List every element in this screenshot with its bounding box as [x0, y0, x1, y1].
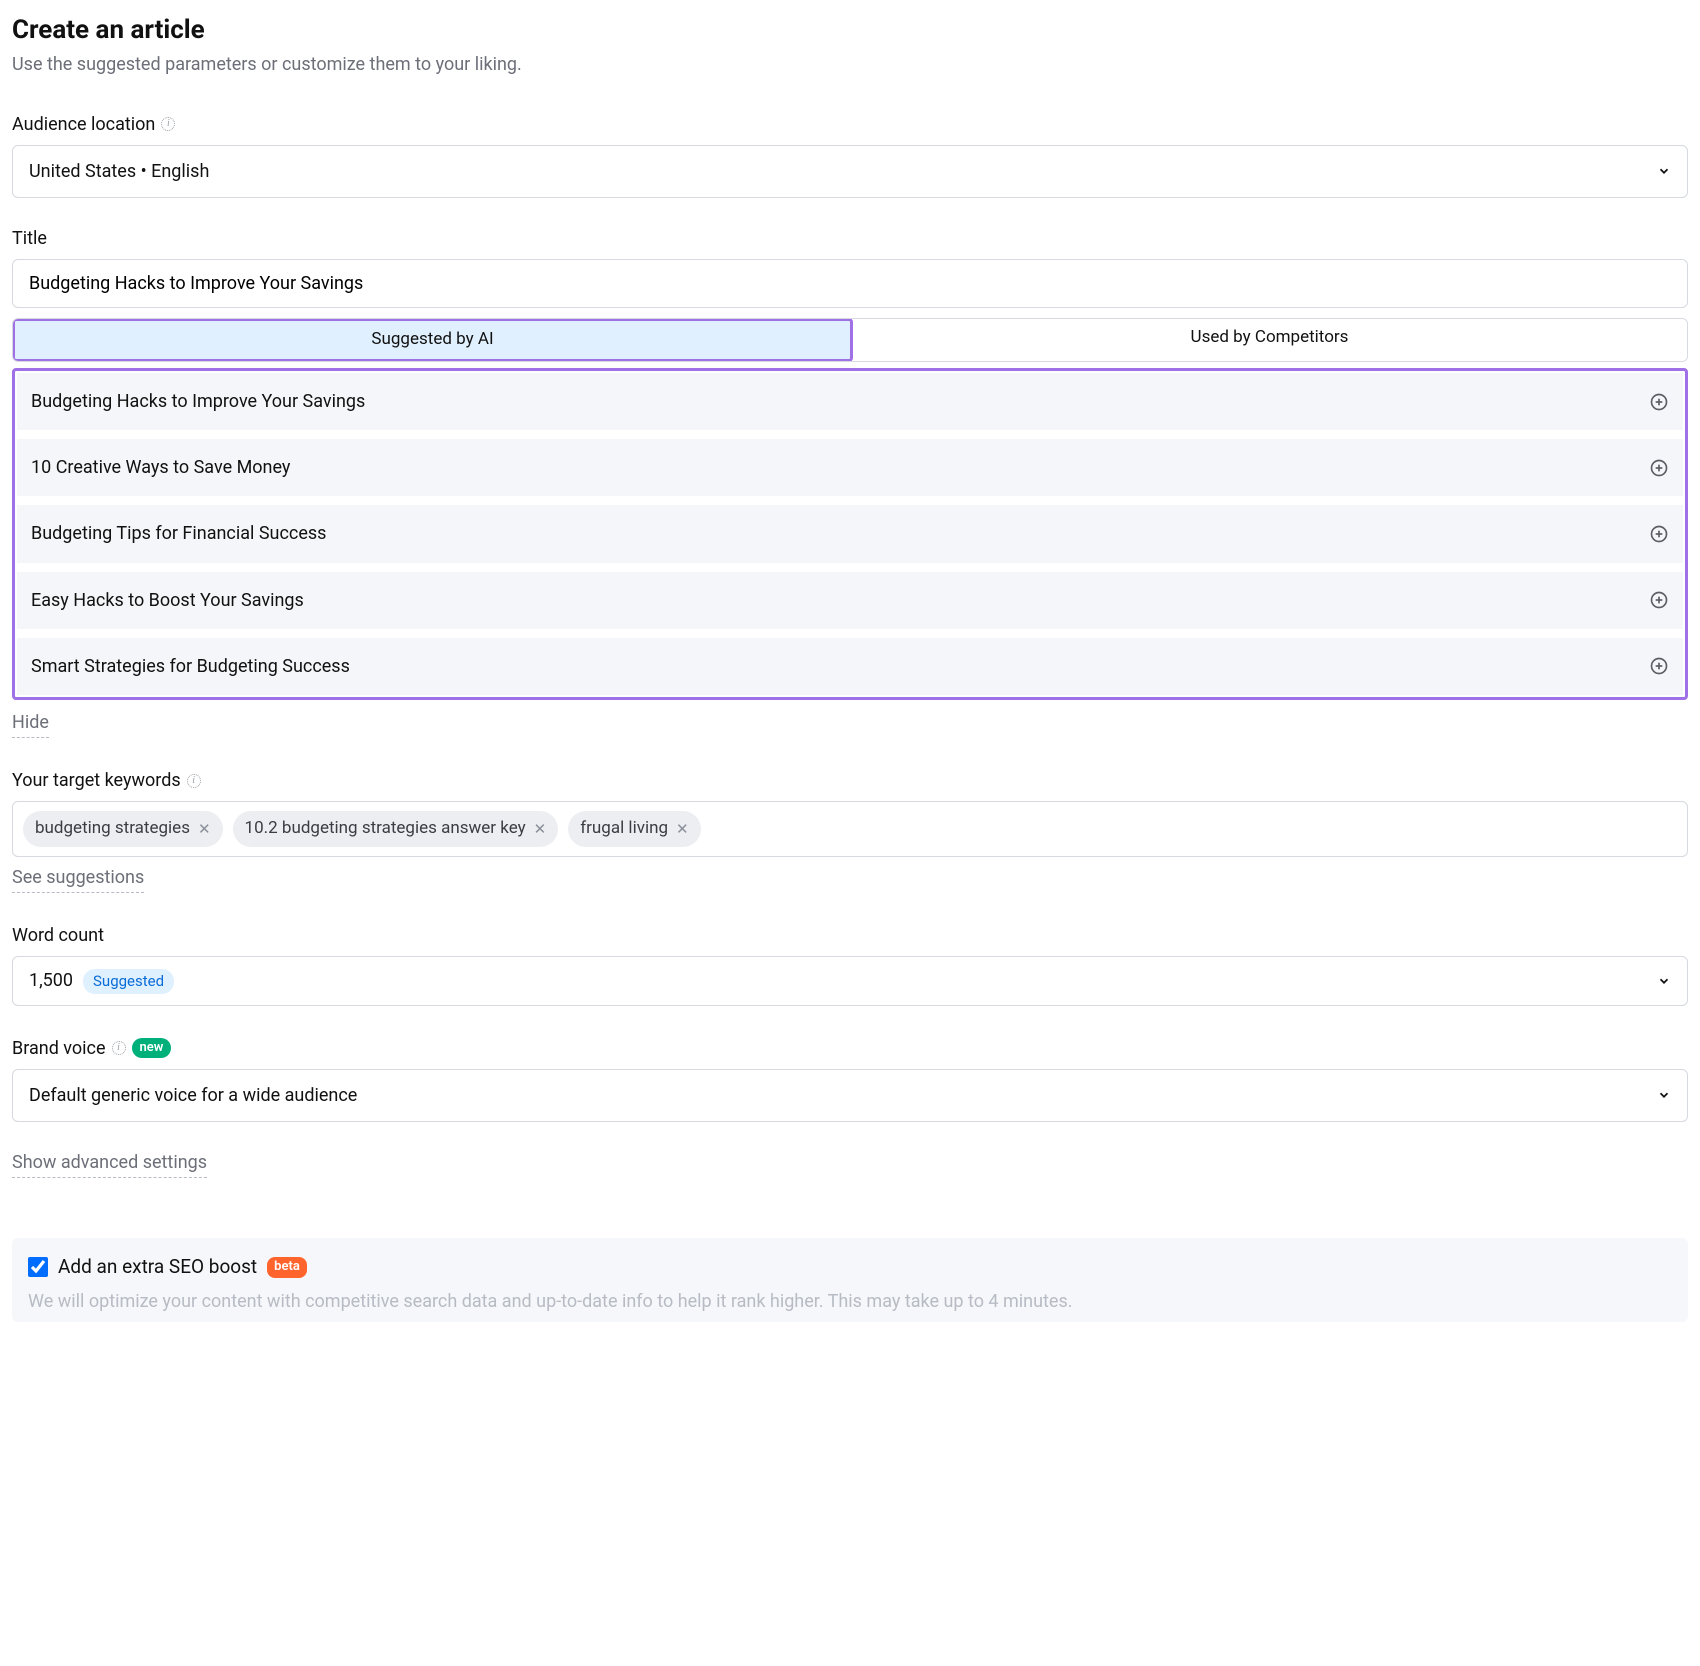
keyword-chip: budgeting strategies ✕	[23, 811, 223, 847]
title-suggestion-row[interactable]: Easy Hacks to Boost Your Savings	[17, 572, 1683, 629]
add-icon[interactable]	[1649, 524, 1669, 544]
title-source-tabs: Suggested by AI Used by Competitors	[12, 318, 1688, 362]
wordcount-value: 1,500	[29, 968, 73, 993]
add-icon[interactable]	[1649, 392, 1669, 412]
beta-badge: beta	[267, 1257, 307, 1277]
page-subtitle: Use the suggested parameters or customiz…	[12, 52, 1688, 77]
title-input[interactable]	[29, 273, 1671, 294]
title-suggestion-row[interactable]: Smart Strategies for Budgeting Success	[17, 638, 1683, 695]
title-suggestion-text: 10 Creative Ways to Save Money	[31, 455, 290, 480]
keywords-input[interactable]: budgeting strategies ✕ 10.2 budgeting st…	[12, 801, 1688, 857]
remove-chip-icon[interactable]: ✕	[676, 822, 689, 837]
tab-used-by-competitors[interactable]: Used by Competitors	[852, 319, 1687, 361]
audience-location-label: Audience location i	[12, 112, 1688, 137]
title-label: Title	[12, 226, 1688, 251]
show-advanced-settings-link[interactable]: Show advanced settings	[12, 1150, 207, 1178]
keywords-label-text: Your target keywords	[12, 768, 181, 793]
title-suggestion-row[interactable]: Budgeting Hacks to Improve Your Savings	[17, 373, 1683, 430]
title-input-wrap[interactable]	[12, 259, 1688, 308]
title-suggestion-text: Easy Hacks to Boost Your Savings	[31, 588, 304, 613]
chevron-down-icon	[1657, 164, 1671, 178]
seo-boost-description: We will optimize your content with compe…	[28, 1289, 1672, 1314]
seo-boost-title: Add an extra SEO boost	[58, 1254, 257, 1281]
title-suggestion-text: Budgeting Hacks to Improve Your Savings	[31, 389, 365, 414]
brandvoice-label: Brand voice i new	[12, 1036, 1688, 1061]
add-icon[interactable]	[1649, 458, 1669, 478]
chevron-down-icon	[1657, 974, 1671, 988]
audience-location-label-text: Audience location	[12, 112, 155, 137]
keywords-label: Your target keywords i	[12, 768, 1688, 793]
title-suggestions-list: Budgeting Hacks to Improve Your Savings …	[12, 368, 1688, 700]
wordcount-label: Word count	[12, 923, 1688, 948]
remove-chip-icon[interactable]: ✕	[198, 822, 211, 837]
info-icon[interactable]: i	[161, 117, 175, 131]
title-label-text: Title	[12, 226, 47, 251]
brandvoice-label-text: Brand voice	[12, 1036, 106, 1061]
chevron-down-icon	[1657, 1088, 1671, 1102]
title-suggestion-text: Budgeting Tips for Financial Success	[31, 521, 326, 546]
wordcount-select[interactable]: 1,500 Suggested	[12, 956, 1688, 1005]
brandvoice-select[interactable]: Default generic voice for a wide audienc…	[12, 1069, 1688, 1122]
title-suggestion-row[interactable]: 10 Creative Ways to Save Money	[17, 439, 1683, 496]
title-suggestion-row[interactable]: Budgeting Tips for Financial Success	[17, 505, 1683, 562]
keyword-chip-text: frugal living	[580, 817, 668, 841]
remove-chip-icon[interactable]: ✕	[534, 822, 547, 837]
keyword-chip-text: budgeting strategies	[35, 817, 190, 841]
brandvoice-value: Default generic voice for a wide audienc…	[29, 1083, 357, 1108]
add-icon[interactable]	[1649, 590, 1669, 610]
seo-boost-checkbox[interactable]	[28, 1257, 48, 1277]
audience-location-value: United States • English	[29, 159, 209, 184]
see-keyword-suggestions-link[interactable]: See suggestions	[12, 865, 144, 893]
info-icon[interactable]: i	[112, 1041, 126, 1055]
new-badge: new	[132, 1038, 172, 1058]
page-title: Create an article	[12, 12, 1688, 48]
hide-suggestions-link[interactable]: Hide	[12, 710, 49, 738]
seo-boost-panel: Add an extra SEO boost beta We will opti…	[12, 1238, 1688, 1322]
audience-location-select[interactable]: United States • English	[12, 145, 1688, 198]
suggested-badge: Suggested	[83, 969, 174, 994]
info-icon[interactable]: i	[187, 774, 201, 788]
wordcount-label-text: Word count	[12, 923, 104, 948]
add-icon[interactable]	[1649, 656, 1669, 676]
title-suggestion-text: Smart Strategies for Budgeting Success	[31, 654, 350, 679]
keyword-chip: frugal living ✕	[568, 811, 700, 847]
tab-suggested-by-ai[interactable]: Suggested by AI	[12, 318, 853, 362]
keyword-chip: 10.2 budgeting strategies answer key ✕	[233, 811, 559, 847]
keyword-chip-text: 10.2 budgeting strategies answer key	[245, 817, 526, 841]
